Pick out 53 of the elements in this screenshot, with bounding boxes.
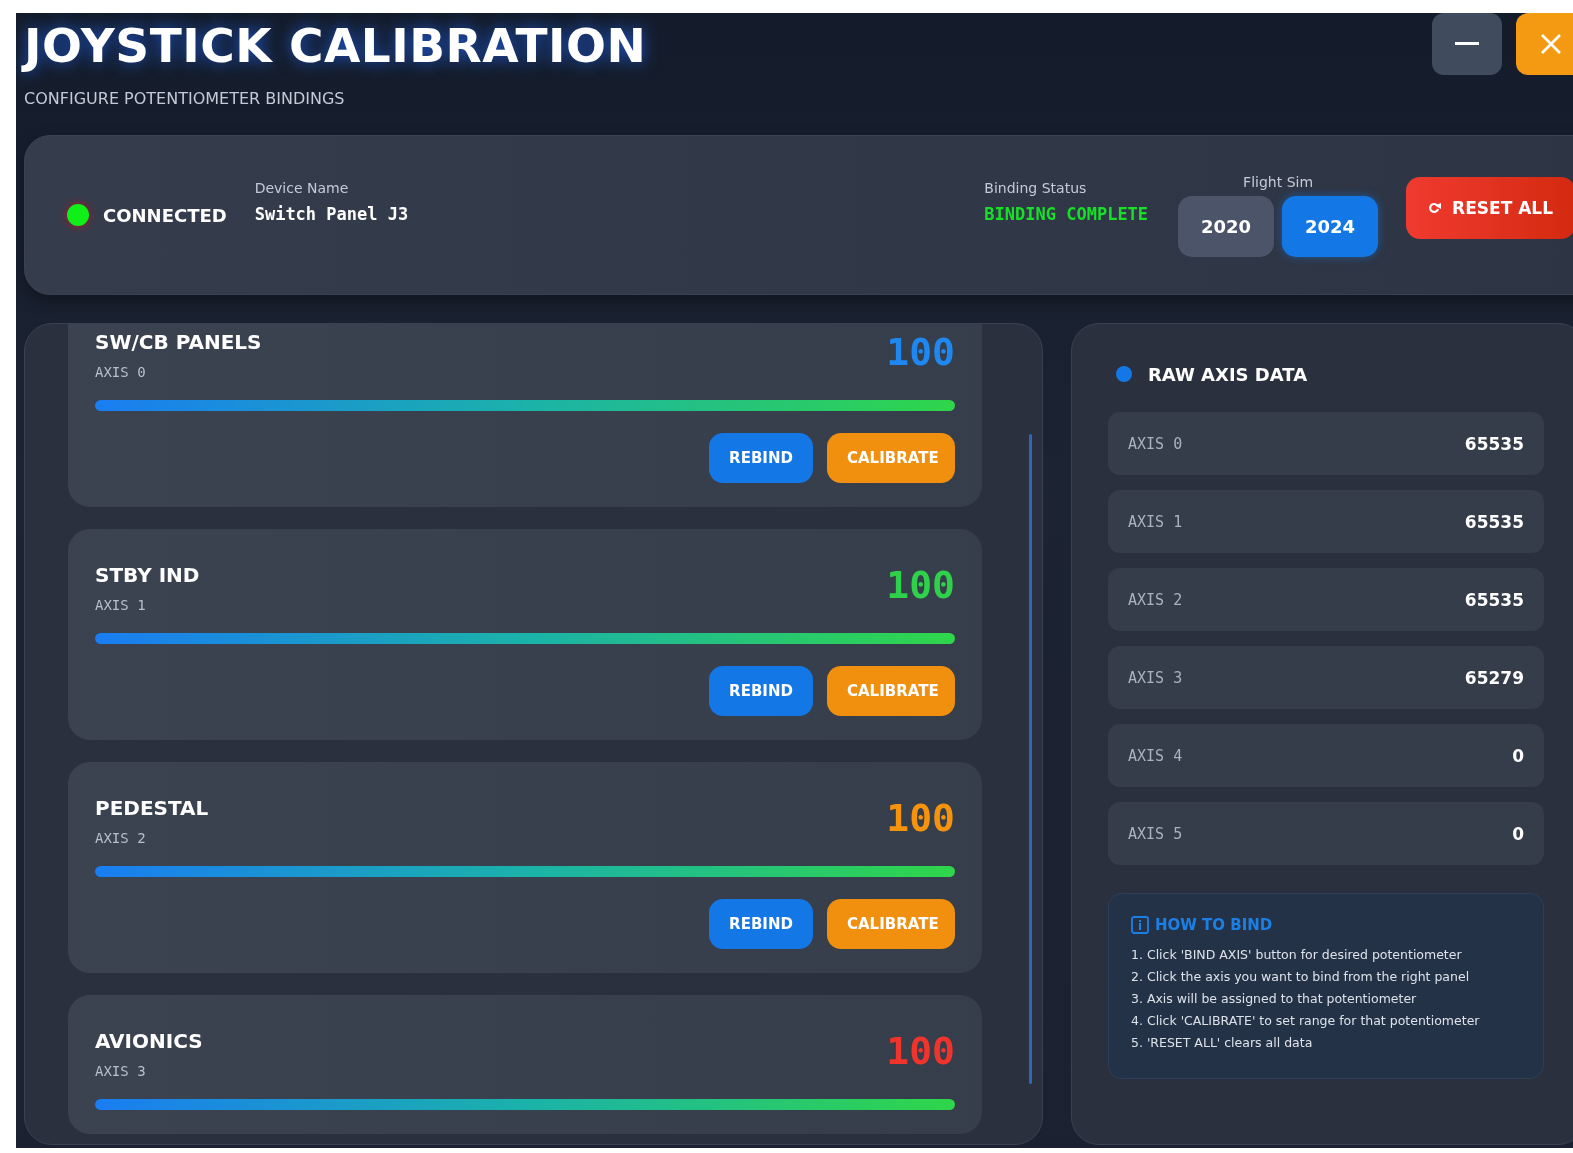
instruction-step: 1. Click 'BIND AXIS' button for desired potentiometer <box>1131 944 1521 966</box>
potentiometer-name: SW/CB PANELS <box>95 330 262 354</box>
instruction-step: 5. 'RESET ALL' clears all data <box>1131 1032 1521 1054</box>
potentiometer-value: 100 <box>886 330 955 374</box>
panel-title: RAW AXIS DATA <box>1148 363 1308 385</box>
calibrate-button[interactable]: CALIBRATE <box>827 666 955 716</box>
binding-status: BINDING COMPLETE <box>984 204 1149 224</box>
window-subtitle: CONFIGURE POTENTIOMETER BINDINGS <box>24 89 346 108</box>
axis-value: 65535 <box>1464 589 1524 610</box>
potentiometer-name: AVIONICS <box>95 1029 203 1053</box>
axis-label: AXIS 0 <box>1128 434 1183 453</box>
axis-row[interactable]: AXIS 0 65535 <box>1108 412 1544 475</box>
axis-label: AXIS 5 <box>1128 824 1183 843</box>
reset-all-button[interactable]: RESET ALL <box>1406 177 1573 239</box>
axis-value: 65279 <box>1464 667 1524 688</box>
potentiometer-name: PEDESTAL <box>95 796 209 820</box>
rebind-button[interactable]: REBIND <box>709 433 813 483</box>
device-name: Switch Panel J3 <box>254 204 409 224</box>
axis-label: AXIS 2 <box>95 830 147 846</box>
rebind-button[interactable]: REBIND <box>709 899 813 949</box>
potentiometer-value: 100 <box>886 563 955 607</box>
version-toggle[interactable]: 2024 <box>1282 195 1379 257</box>
potentiometer-value: 100 <box>886 1029 955 1073</box>
axis-row[interactable]: AXIS 3 65279 <box>1108 646 1544 709</box>
axis-row[interactable]: AXIS 4 0 <box>1108 724 1544 787</box>
axis-label: AXIS 3 <box>95 1063 147 1079</box>
axis-value: 65535 <box>1464 511 1524 532</box>
field-label: Device Name <box>254 180 350 196</box>
potentiometer-value: 100 <box>886 796 955 840</box>
axis-label: AXIS 3 <box>1128 668 1183 687</box>
field-label: Binding Status <box>984 180 1088 196</box>
instructions-title: HOW TO BIND <box>1155 916 1273 934</box>
rebind-button[interactable]: REBIND <box>709 666 813 716</box>
potentiometer-name: STBY IND <box>95 563 200 587</box>
axis-label: AXIS 2 <box>1128 590 1183 609</box>
axis-row[interactable]: AXIS 2 65535 <box>1108 568 1544 631</box>
axis-label: AXIS 4 <box>1128 746 1183 765</box>
axis-label: AXIS 1 <box>95 597 147 613</box>
axis-row[interactable]: AXIS 1 65535 <box>1108 490 1544 553</box>
axis-value: 65535 <box>1464 433 1524 454</box>
axis-row[interactable]: AXIS 5 0 <box>1108 802 1544 865</box>
calibrate-button[interactable]: CALIBRATE <box>827 433 955 483</box>
connection-status: CONNECTED <box>103 204 227 226</box>
calibrate-button[interactable]: CALIBRATE <box>827 899 955 949</box>
axis-label: AXIS 1 <box>1128 512 1183 531</box>
instruction-step: 4. Click 'CALIBRATE' to set range for that potentiometer <box>1131 1010 1521 1032</box>
instruction-step: 2. Click the axis you want to bind from the right panel <box>1131 966 1521 988</box>
field-label: Flight Sim <box>1242 173 1315 190</box>
axis-label: AXIS 0 <box>95 364 147 380</box>
axis-value: 0 <box>1512 745 1524 766</box>
axis-value: 0 <box>1512 823 1524 844</box>
instruction-step: 3. Axis will be assigned to that potentiometer <box>1131 988 1521 1010</box>
version-toggle[interactable]: 2020 <box>1178 195 1275 257</box>
